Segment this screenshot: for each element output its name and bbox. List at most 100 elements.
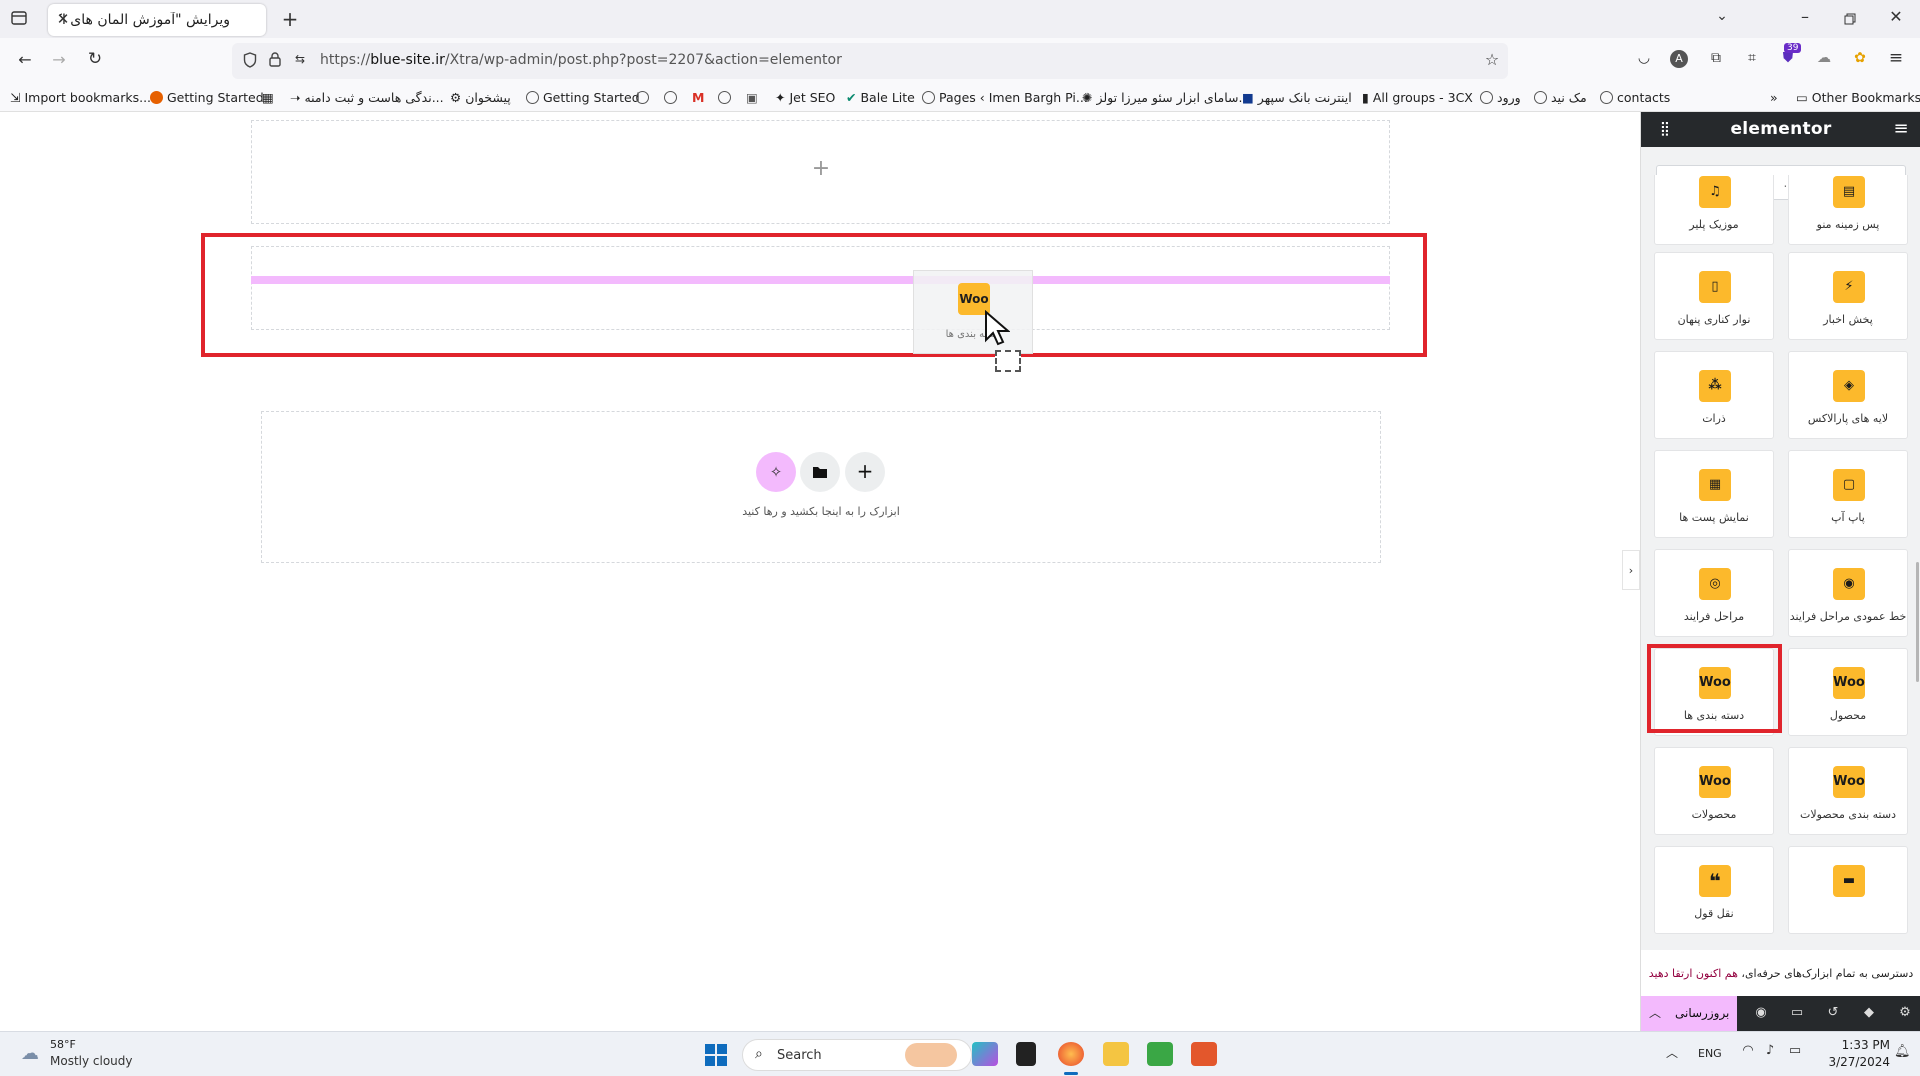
- vpn-icon[interactable]: ☁: [1814, 50, 1834, 66]
- clock-time[interactable]: 1:33 PM: [1832, 1038, 1890, 1052]
- extension-colorful-icon[interactable]: ✿: [1850, 50, 1870, 66]
- crop-icon[interactable]: ⌗: [1742, 50, 1762, 66]
- weather-temperature[interactable]: 58°F: [50, 1038, 76, 1051]
- shield-icon[interactable]: [242, 52, 258, 72]
- bookmark-3cx[interactable]: ▮ All groups - 3CX: [1362, 90, 1473, 105]
- widget-posts[interactable]: ▦ نمایش پست ها: [1654, 450, 1774, 538]
- new-tab-icon[interactable]: +: [280, 7, 300, 31]
- url-text[interactable]: https://blue-site.ir/Xtra/wp-admin/post.…: [320, 52, 842, 68]
- weather-description[interactable]: Mostly cloudy: [50, 1054, 133, 1068]
- add-section-button[interactable]: +: [845, 452, 885, 492]
- reload-icon[interactable]: ↻: [84, 49, 106, 69]
- responsive-mode-icon[interactable]: ▭: [1787, 1005, 1807, 1020]
- template-folder-button[interactable]: [800, 452, 840, 492]
- widget-quote[interactable]: ❝ نقل قول: [1654, 846, 1774, 934]
- bookmark-contacts[interactable]: contacts: [1600, 90, 1670, 105]
- account-icon[interactable]: A: [1670, 50, 1688, 68]
- back-icon[interactable]: ←: [14, 50, 36, 69]
- dragged-widget[interactable]: Woo دسته بندی ها: [913, 270, 1033, 354]
- minimize-icon[interactable]: –: [1795, 7, 1815, 26]
- bookmark-globe-icon[interactable]: [718, 90, 735, 105]
- bookmark-sepehr-bank[interactable]: ■ اینترنت بانک سپهر: [1242, 90, 1352, 105]
- widget-menu-background[interactable]: ▤ پس زمینه منو: [1788, 175, 1908, 245]
- bookmark-mac[interactable]: مک نید: [1534, 90, 1587, 105]
- bookmark-calendar-icon[interactable]: ▦: [262, 90, 274, 105]
- widget-music-player[interactable]: ♫ موزیک پلیر: [1654, 175, 1774, 245]
- ai-sparkle-button[interactable]: ✧: [756, 452, 796, 492]
- bookmark-gmail-icon[interactable]: M: [692, 90, 704, 105]
- bookmark-globe-icon[interactable]: [664, 90, 681, 105]
- widget-product[interactable]: Woo محصول: [1788, 648, 1908, 736]
- widget-toggle[interactable]: ▬: [1788, 846, 1908, 934]
- address-bar[interactable]: ⇆ https://blue-site.ir/Xtra/wp-admin/pos…: [232, 43, 1508, 79]
- hamburger-menu-icon[interactable]: ≡: [1891, 118, 1911, 139]
- history-icon[interactable]: ↺: [1823, 1005, 1843, 1020]
- clock-date[interactable]: 3/27/2024: [1822, 1055, 1890, 1069]
- tab-list-icon[interactable]: [8, 9, 30, 29]
- chevron-up-icon[interactable]: ︿: [1647, 1004, 1663, 1021]
- widget-news-ticker[interactable]: ⚡ پخش اخبار: [1788, 252, 1908, 340]
- woo-icon: Woo: [1833, 766, 1865, 798]
- bookmark-app-icon[interactable]: ▣: [746, 90, 758, 105]
- panel-scrollbar[interactable]: [1916, 562, 1919, 682]
- more-bookmarks-icon[interactable]: »: [1770, 90, 1778, 105]
- bookmark-getting-started[interactable]: Getting Started: [150, 90, 264, 105]
- app-menu-icon[interactable]: ≡: [1886, 48, 1906, 68]
- list-tabs-chevron-icon[interactable]: ⌄: [1712, 8, 1732, 24]
- widget-vertical-process[interactable]: ◉ خط عمودی مراحل فرایند: [1788, 549, 1908, 637]
- widget-process-steps[interactable]: ◎ مراحل فرایند: [1654, 549, 1774, 637]
- bookmark-star-icon[interactable]: ☆: [1482, 50, 1502, 69]
- restore-icon[interactable]: [1840, 10, 1860, 29]
- language-indicator[interactable]: ENG: [1698, 1047, 1722, 1060]
- bookmark-getting-started-2[interactable]: Getting Started: [526, 90, 640, 105]
- bookmark-login[interactable]: ورود: [1480, 90, 1521, 105]
- bookmark-import[interactable]: ⇲ Import bookmarks...: [10, 90, 151, 105]
- notification-bell-icon[interactable]: 🔔︎: [1894, 1044, 1911, 1059]
- bookmark-pages[interactable]: Pages ‹ Imen Bargh Pi...: [922, 90, 1088, 105]
- widget-particles[interactable]: ⁂ ذرات: [1654, 351, 1774, 439]
- weather-cloud-icon[interactable]: ☁: [18, 1043, 42, 1064]
- preview-eye-icon[interactable]: ◉: [1751, 1005, 1771, 1020]
- wifi-icon[interactable]: ◠: [1740, 1043, 1756, 1058]
- bookmark-globe-icon[interactable]: [636, 90, 653, 105]
- file-explorer-dark-icon[interactable]: [1016, 1042, 1036, 1066]
- update-button[interactable]: ︿ بروزرسانی: [1641, 996, 1737, 1031]
- bookmark-mirza-tools[interactable]: ✺ سامای ابزار سئو میرزا تولز...: [1082, 90, 1250, 105]
- settings-gear-icon[interactable]: ⚙: [1895, 1005, 1915, 1020]
- widget-product-categories[interactable]: Woo دسته بندی محصولات: [1788, 747, 1908, 835]
- bookmark-jet-seo[interactable]: ✦ Jet SEO: [775, 90, 835, 105]
- copilot-icon[interactable]: [972, 1042, 998, 1066]
- bookmark-dashboard[interactable]: ⚙ پیشخوان: [450, 90, 511, 105]
- widget-parallax-layers[interactable]: ◈ لایه های پارالاکس: [1788, 351, 1908, 439]
- battery-icon[interactable]: ▭: [1786, 1043, 1804, 1058]
- firefox-icon[interactable]: [1058, 1042, 1084, 1066]
- active-tab[interactable]: ویرایش "آموزش المان های اکسترا – ع ✕: [48, 4, 266, 36]
- browser-titlebar: ویرایش "آموزش المان های اکسترا – ع ✕ + ⌄…: [0, 0, 1920, 38]
- tray-overflow-icon[interactable]: ︿: [1664, 1044, 1680, 1061]
- bookmark-bale-lite[interactable]: ✔ Bale Lite: [846, 90, 915, 105]
- permissions-icon[interactable]: ⇆: [292, 52, 308, 66]
- windows-start-icon[interactable]: [704, 1043, 728, 1067]
- pocket-icon[interactable]: ◡: [1634, 50, 1654, 66]
- navigator-layers-icon[interactable]: ◆: [1859, 1005, 1879, 1020]
- camtasia-green-icon[interactable]: [1147, 1042, 1173, 1066]
- bookmark-hosting[interactable]: ➝ ندگی هاست و ثبت دامنه...: [290, 90, 444, 105]
- close-window-icon[interactable]: ✕: [1886, 7, 1906, 26]
- volume-icon[interactable]: ♪: [1762, 1043, 1778, 1058]
- lock-icon[interactable]: [268, 52, 282, 71]
- widget-popup[interactable]: ▢ پاپ آپ: [1788, 450, 1908, 538]
- taskbar-search[interactable]: ⌕ Search: [742, 1039, 972, 1071]
- vertical-process-icon: ◉: [1833, 568, 1865, 600]
- extensions-icon[interactable]: ⧉: [1706, 50, 1726, 66]
- close-tab-icon[interactable]: ✕: [48, 10, 78, 28]
- other-bookmarks[interactable]: ▭ Other Bookmarks: [1796, 90, 1920, 105]
- windows-taskbar: ☁ 58°F Mostly cloudy ⌕ Search ︿ ENG ◠ ♪ …: [0, 1031, 1920, 1076]
- forward-icon[interactable]: →: [48, 50, 70, 69]
- upgrade-link[interactable]: هم اکنون ارتقا دهید: [1649, 967, 1738, 980]
- widget-products[interactable]: Woo محصولات: [1654, 747, 1774, 835]
- camtasia-red-icon[interactable]: [1191, 1042, 1217, 1066]
- collapse-panel-arrow-icon[interactable]: ›: [1622, 550, 1640, 590]
- add-section-plus-icon[interactable]: +: [810, 156, 832, 181]
- widget-hidden-sidebar[interactable]: ▯ نوار کناری پنهان: [1654, 252, 1774, 340]
- folder-icon[interactable]: [1103, 1042, 1129, 1066]
